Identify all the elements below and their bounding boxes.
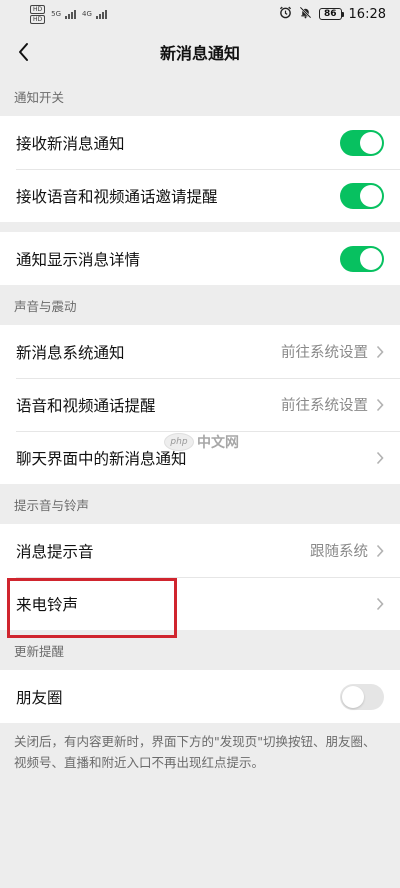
section-header-update-alert: 更新提醒 bbox=[14, 643, 65, 659]
section-header-tone-ringtone: 提示音与铃声 bbox=[14, 497, 90, 513]
row-label: 来电铃声 bbox=[16, 595, 79, 614]
row-value: 跟随系统 bbox=[310, 544, 368, 560]
chevron-right-icon bbox=[376, 544, 384, 558]
row-label: 接收新消息通知 bbox=[16, 134, 125, 153]
watermark-text: 中文网 bbox=[197, 435, 239, 451]
chevron-right-icon bbox=[376, 398, 384, 412]
back-button[interactable] bbox=[8, 36, 40, 68]
row-label: 通知显示消息详情 bbox=[16, 250, 141, 269]
row-call-alert[interactable]: 语音和视频通话提醒 前往系统设置 bbox=[0, 378, 400, 431]
toggle-receive-call-invite[interactable] bbox=[340, 182, 384, 209]
watermark-logo: php bbox=[164, 433, 194, 451]
section-header-notify-switch: 通知开关 bbox=[14, 89, 65, 105]
toggle-receive-new-message[interactable] bbox=[340, 129, 384, 156]
signal-icon-2 bbox=[95, 9, 107, 19]
group-show-detail: 通知显示消息详情 bbox=[0, 232, 400, 285]
sim1-badge: HD bbox=[30, 4, 46, 14]
row-receive-new-message[interactable]: 接收新消息通知 bbox=[0, 116, 400, 169]
group-tone-ringtone: 消息提示音 跟随系统 来电铃声 bbox=[0, 524, 400, 630]
bell-off-icon bbox=[299, 6, 312, 22]
row-value: 前往系统设置 bbox=[281, 398, 368, 414]
network-type-1: 5G bbox=[51, 10, 62, 18]
signal-icon bbox=[65, 9, 77, 19]
row-value: 前往系统设置 bbox=[281, 345, 368, 361]
clock: 16:28 bbox=[348, 6, 386, 22]
toggle-show-message-detail[interactable] bbox=[340, 245, 384, 272]
sim2-badge: HD bbox=[30, 14, 46, 24]
chevron-left-icon bbox=[19, 43, 28, 61]
battery-indicator: 86 bbox=[319, 8, 344, 20]
status-bar: HD HD 5G 4G 86 16:28 bbox=[0, 0, 400, 28]
page-title: 新消息通知 bbox=[159, 44, 240, 63]
status-bar-left: HD HD 5G 4G bbox=[30, 4, 107, 24]
group-sound-vibrate: 新消息系统通知 前往系统设置 语音和视频通话提醒 前往系统设置 聊天界面中的新消… bbox=[0, 325, 400, 484]
row-label: 消息提示音 bbox=[16, 542, 94, 561]
section-header-sound-vibrate: 声音与震动 bbox=[14, 298, 77, 314]
row-moments[interactable]: 朋友圈 bbox=[0, 670, 400, 723]
alarm-icon bbox=[279, 6, 292, 22]
row-ringtone[interactable]: 来电铃声 bbox=[0, 577, 400, 630]
row-show-message-detail[interactable]: 通知显示消息详情 bbox=[0, 232, 400, 285]
row-label: 语音和视频通话提醒 bbox=[16, 396, 156, 415]
toggle-moments[interactable] bbox=[340, 683, 384, 710]
group-update-alert: 朋友圈 bbox=[0, 670, 400, 723]
status-bar-right: 86 16:28 bbox=[279, 6, 386, 22]
row-label: 接收语音和视频通话邀请提醒 bbox=[16, 187, 218, 206]
row-label: 新消息系统通知 bbox=[16, 343, 125, 362]
chevron-right-icon bbox=[376, 345, 384, 359]
network-type-2: 4G bbox=[82, 10, 92, 18]
row-system-notification[interactable]: 新消息系统通知 前往系统设置 bbox=[0, 325, 400, 378]
row-label: 朋友圈 bbox=[16, 688, 63, 707]
chevron-right-icon bbox=[376, 597, 384, 611]
footnote-text: 关闭后，有内容更新时，界面下方的"发现页"切换按钮、朋友圈、视频号、直播和附近入… bbox=[14, 734, 376, 770]
group-notify-switch: 接收新消息通知 接收语音和视频通话邀请提醒 bbox=[0, 116, 400, 222]
row-receive-call-invite[interactable]: 接收语音和视频通话邀请提醒 bbox=[0, 169, 400, 222]
row-message-tone[interactable]: 消息提示音 跟随系统 bbox=[0, 524, 400, 577]
chevron-right-icon bbox=[376, 451, 384, 465]
watermark: php 中文网 bbox=[164, 432, 239, 452]
nav-bar: 新消息通知 bbox=[0, 28, 400, 76]
